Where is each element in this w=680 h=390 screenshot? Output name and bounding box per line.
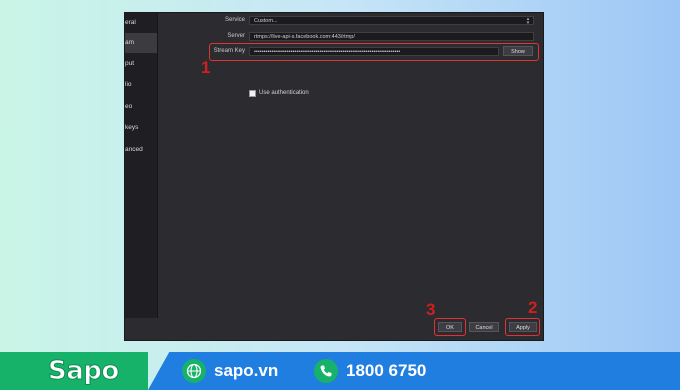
server-label: Server <box>227 33 245 39</box>
service-value: Custom... <box>254 18 278 24</box>
sidebar-item-advanced[interactable]: anced <box>125 140 157 160</box>
phone-icon <box>314 359 338 383</box>
service-select[interactable]: Custom... ▴ ▾ <box>249 16 534 25</box>
sidebar-item-output[interactable]: put <box>125 54 157 74</box>
stream-key-input[interactable]: ••••••••••••••••••••••••••••••••••••••••… <box>249 47 499 56</box>
sidebar-item-general[interactable]: eral <box>125 13 157 33</box>
apply-button[interactable]: Apply <box>509 322 537 332</box>
ok-button[interactable]: OK <box>438 322 462 332</box>
website-text[interactable]: sapo.vn <box>214 361 278 381</box>
server-input[interactable]: rtmps://live-api-s.facebook.com:443/rtmp… <box>249 32 534 41</box>
use-authentication-label: Use authentication <box>259 90 309 96</box>
brand-footer: Sapo sapo.vn 1800 6750 <box>0 352 680 390</box>
sidebar-item-video[interactable]: eo <box>125 97 157 117</box>
cancel-button[interactable]: Cancel <box>469 322 499 332</box>
step-marker-2: 2 <box>528 298 538 317</box>
contact-panel: sapo.vn 1800 6750 <box>148 352 680 390</box>
step-marker-3: 3 <box>426 300 436 319</box>
sidebar-item-stream[interactable]: am <box>125 33 157 53</box>
settings-window: eral am put lio eo keys anced Service Cu… <box>124 12 544 341</box>
sidebar-item-hotkeys[interactable]: keys <box>125 118 157 138</box>
sapo-logo: Sapo <box>48 356 120 387</box>
select-arrows-icon: ▴ ▾ <box>526 16 530 25</box>
sidebar-item-audio[interactable]: lio <box>125 75 157 95</box>
settings-sidebar: eral am put lio eo keys anced <box>125 13 158 318</box>
use-authentication-checkbox[interactable] <box>249 90 256 97</box>
service-label: Service <box>224 17 245 23</box>
show-key-button[interactable]: Show <box>503 46 533 56</box>
stream-key-label: Stream Key <box>213 48 245 54</box>
phone-number-text[interactable]: 1800 6750 <box>346 361 426 381</box>
globe-icon <box>182 359 206 383</box>
step-marker-1: 1 <box>201 58 211 77</box>
logo-panel: Sapo <box>0 352 148 390</box>
